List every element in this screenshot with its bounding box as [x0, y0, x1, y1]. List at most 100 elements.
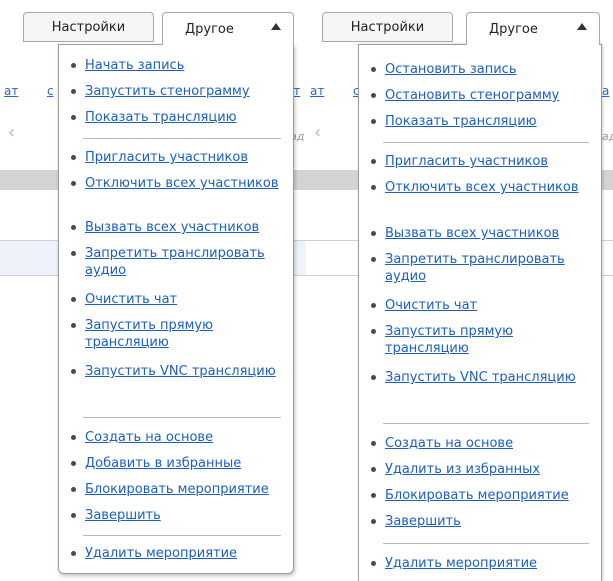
- menu-item-label: Завершить: [85, 508, 161, 523]
- menu-item-create-based-on[interactable]: Создать на основе: [59, 429, 283, 446]
- bullet-icon: [371, 93, 376, 98]
- bullet-icon: [371, 493, 376, 498]
- menu-item-clear-chat[interactable]: Очистить чат: [359, 297, 591, 314]
- dropdown-menu-other: Начать запись Запустить стенограмму Пока…: [58, 44, 294, 574]
- right-panel: ат с а ‹ ад Настройки Другое Остановить …: [306, 0, 613, 581]
- menu-item-block-event[interactable]: Блокировать мероприятие: [59, 481, 283, 498]
- bullet-icon: [371, 519, 376, 524]
- menu-item-label: Удалить из избранных: [385, 462, 541, 477]
- menu-item-label: Запретить транслировать аудио: [385, 252, 565, 284]
- menu-separator: [83, 417, 281, 418]
- menu-item-start-live-broadcast[interactable]: Запустить прямую трансляцию: [359, 323, 591, 357]
- menu-item-forbid-audio[interactable]: Запретить транслировать аудио: [359, 251, 591, 285]
- menu-item-label: Завершить: [385, 514, 461, 529]
- bullet-icon: [71, 251, 76, 256]
- menu-item-stop-recording[interactable]: Остановить запись: [359, 61, 591, 78]
- menu-separator: [383, 142, 589, 143]
- left-panel: ат с ат ‹ ад Настройки Другое Начать зап…: [0, 0, 307, 581]
- menu-item-create-based-on[interactable]: Создать на основе: [359, 435, 591, 452]
- bullet-icon: [71, 487, 76, 492]
- bullet-icon: [371, 185, 376, 190]
- menu-item-label: Создать на основе: [385, 436, 514, 451]
- triangle-up-icon[interactable]: [577, 23, 587, 30]
- menu-separator: [83, 535, 281, 536]
- bullet-icon: [371, 375, 376, 380]
- bullet-icon: [71, 63, 76, 68]
- bullet-icon: [71, 297, 76, 302]
- menu-item-label: Остановить запись: [385, 62, 517, 77]
- menu-item-label: Создать на основе: [85, 430, 214, 445]
- tab-settings[interactable]: Настройки: [23, 12, 154, 42]
- menu-item-label: Запретить транслировать аудио: [85, 246, 265, 278]
- triangle-up-icon[interactable]: [271, 23, 281, 30]
- menu-item-label: Запустить стенограмму: [85, 84, 250, 99]
- tab-label: Другое: [185, 21, 234, 37]
- menu-item-start-vnc[interactable]: Запустить VNC трансляцию: [59, 363, 283, 380]
- menu-item-label: Вызвать всех участников: [85, 220, 260, 235]
- menu-item-label: Очистить чат: [385, 298, 478, 313]
- menu-item-label: Отключить всех участников: [385, 180, 579, 195]
- background-link[interactable]: ат: [310, 84, 324, 98]
- menu-item-finish[interactable]: Завершить: [59, 507, 283, 524]
- menu-item-label: Очистить чат: [85, 292, 178, 307]
- bullet-icon: [71, 369, 76, 374]
- menu-item-invite-participants[interactable]: Пригласить участников: [359, 153, 591, 170]
- menu-item-label: Запустить VNC трансляцию: [385, 370, 576, 385]
- tab-other[interactable]: Другое: [162, 12, 294, 45]
- menu-item-show-broadcast[interactable]: Показать трансляцию: [59, 109, 283, 126]
- bullet-icon: [71, 115, 76, 120]
- menu-item-label: Запустить прямую трансляцию: [385, 324, 514, 356]
- bullet-icon: [371, 159, 376, 164]
- menu-item-finish[interactable]: Завершить: [359, 513, 591, 530]
- bullet-icon: [371, 257, 376, 262]
- bullet-icon: [71, 181, 76, 186]
- menu-item-label: Отключить всех участников: [85, 176, 279, 191]
- menu-item-call-all[interactable]: Вызвать всех участников: [359, 225, 591, 242]
- menu-item-label: Запустить прямую трансляцию: [85, 318, 214, 350]
- menu-item-block-event[interactable]: Блокировать мероприятие: [359, 487, 591, 504]
- menu-item-label: Запустить VNC трансляцию: [85, 364, 276, 379]
- menu-item-invite-participants[interactable]: Пригласить участников: [59, 149, 283, 166]
- tab-label: Настройки: [51, 19, 126, 35]
- bullet-icon: [71, 435, 76, 440]
- menu-item-label: Пригласить участников: [385, 154, 549, 169]
- menu-item-label: Начать запись: [85, 58, 185, 73]
- menu-item-delete-event[interactable]: Удалить мероприятие: [59, 545, 283, 562]
- menu-item-label: Блокировать мероприятие: [85, 482, 269, 497]
- background-link[interactable]: а: [602, 84, 609, 98]
- menu-item-start-live-broadcast[interactable]: Запустить прямую трансляцию: [59, 317, 283, 351]
- background-input-fragment: ад: [602, 130, 613, 143]
- background-link[interactable]: ат: [4, 84, 18, 98]
- tab-other[interactable]: Другое: [466, 12, 600, 45]
- bullet-icon: [71, 89, 76, 94]
- bullet-icon: [371, 561, 376, 566]
- bullet-icon: [71, 551, 76, 556]
- menu-item-forbid-audio[interactable]: Запретить транслировать аудио: [59, 245, 283, 279]
- menu-item-start-transcript[interactable]: Запустить стенограмму: [59, 83, 283, 100]
- bullet-icon: [371, 441, 376, 446]
- menu-item-show-broadcast[interactable]: Показать трансляцию: [359, 113, 591, 130]
- chevron-left-icon[interactable]: ‹: [314, 124, 321, 142]
- menu-item-mute-all[interactable]: Отключить всех участников: [59, 175, 283, 192]
- menu-item-stop-transcript[interactable]: Остановить стенограмму: [359, 87, 591, 104]
- menu-item-clear-chat[interactable]: Очистить чат: [59, 291, 283, 308]
- bullet-icon: [371, 67, 376, 72]
- bullet-icon: [371, 119, 376, 124]
- menu-item-call-all[interactable]: Вызвать всех участников: [59, 219, 283, 236]
- background-link[interactable]: с: [47, 84, 54, 98]
- bullet-icon: [71, 155, 76, 160]
- menu-item-delete-event[interactable]: Удалить мероприятие: [359, 555, 591, 572]
- menu-item-start-recording[interactable]: Начать запись: [59, 57, 283, 74]
- menu-item-label: Удалить мероприятие: [85, 546, 238, 561]
- chevron-left-icon[interactable]: ‹: [8, 124, 15, 142]
- menu-item-remove-favorites[interactable]: Удалить из избранных: [359, 461, 591, 478]
- menu-item-label: Остановить стенограмму: [385, 88, 560, 103]
- menu-item-mute-all[interactable]: Отключить всех участников: [359, 179, 591, 196]
- menu-separator: [383, 543, 589, 544]
- menu-item-label: Блокировать мероприятие: [385, 488, 569, 503]
- tab-label: Другое: [489, 21, 538, 37]
- menu-item-label: Удалить мероприятие: [385, 556, 538, 571]
- menu-item-start-vnc[interactable]: Запустить VNC трансляцию: [359, 369, 591, 386]
- tab-settings[interactable]: Настройки: [322, 12, 453, 42]
- menu-item-add-favorites[interactable]: Добавить в избранные: [59, 455, 283, 472]
